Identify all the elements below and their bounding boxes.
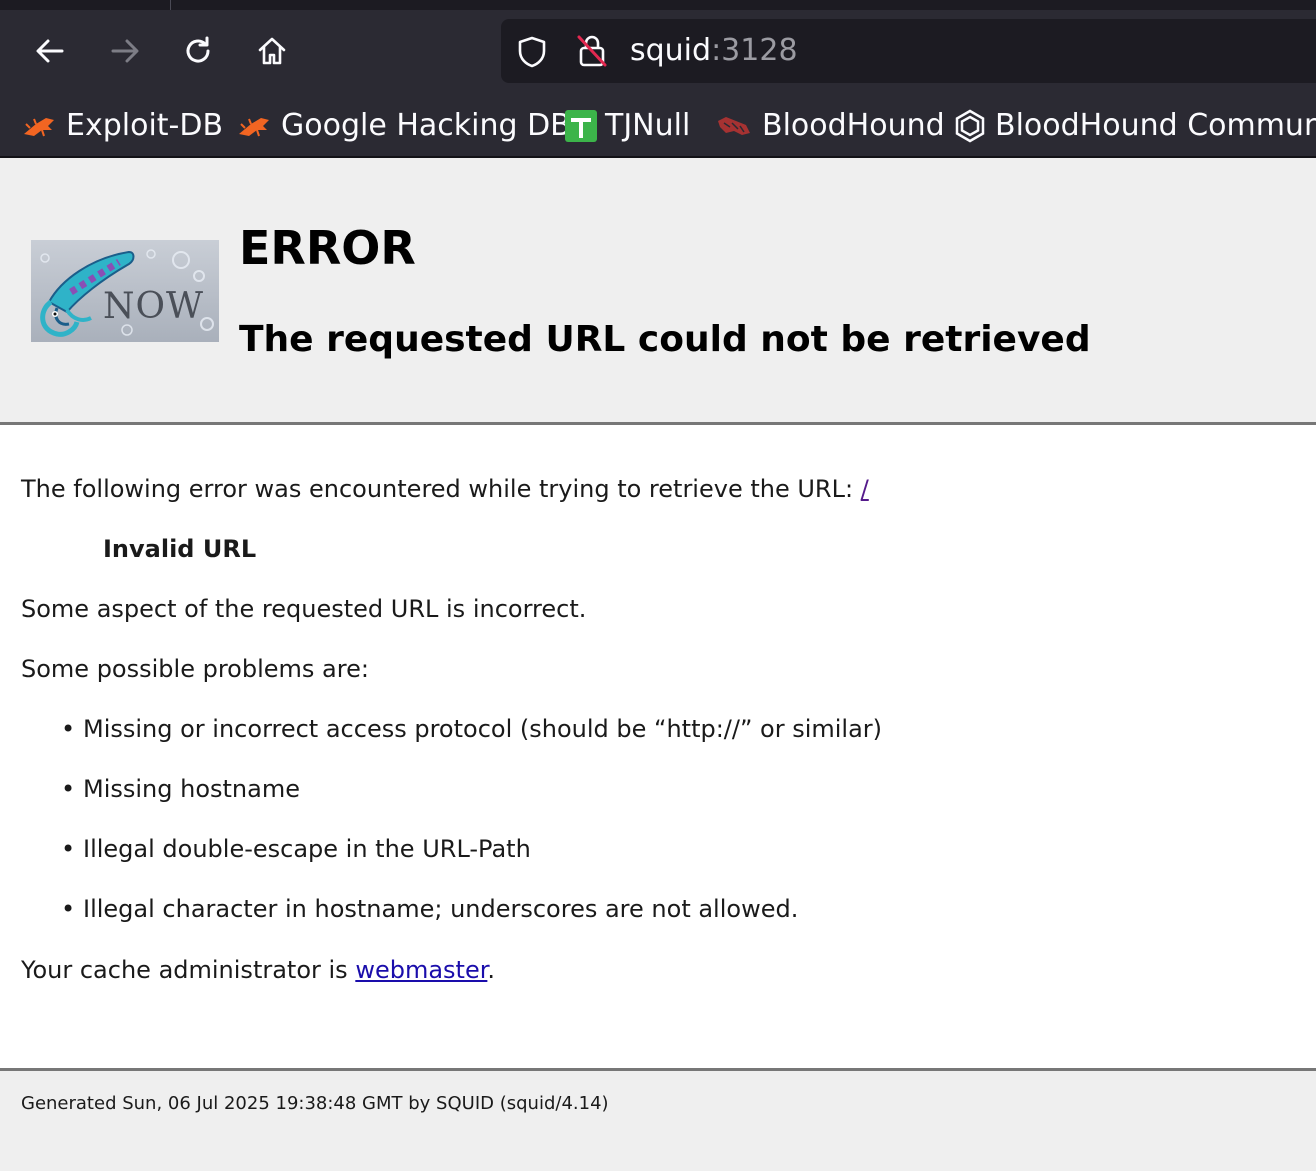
reload-icon[interactable] [178, 31, 218, 71]
requested-url-link[interactable]: / [861, 475, 869, 503]
error-header: NOW ERROR The requested URL could not be… [0, 158, 1316, 425]
problem-text: Missing hostname [83, 775, 300, 803]
error-title: ERROR [239, 221, 416, 275]
bookmark-label: Google Hacking DB [281, 108, 571, 143]
error-description: Some aspect of the requested URL is inco… [21, 595, 587, 623]
bullet-icon: • [61, 775, 76, 803]
admin-prefix: Your cache administrator is [21, 956, 356, 984]
url-text[interactable]: squid:3128 [630, 33, 798, 69]
tjnull-icon [565, 110, 597, 142]
bookmark-google-hacking-db[interactable]: Google Hacking DB [237, 106, 571, 146]
tracking-protection-shield-icon[interactable] [515, 35, 549, 69]
problems-heading: Some possible problems are: [21, 655, 369, 683]
squid-now-logo: NOW [31, 240, 219, 342]
tab-strip [0, 0, 1316, 10]
navigation-toolbar: squid:3128 [0, 10, 1316, 98]
url-host: squid [630, 33, 712, 68]
problem-text: Illegal double-escape in the URL-Path [83, 835, 531, 863]
bookmark-label: BloodHound Commun... [995, 108, 1316, 143]
bloodhound-icon [718, 117, 750, 135]
bookmark-label: Exploit-DB [66, 108, 224, 143]
list-item: • Illegal double-escape in the URL-Path [61, 830, 531, 868]
problem-text: Missing or incorrect access protocol (sh… [83, 715, 883, 743]
bookmark-tjnull[interactable]: TJNull [565, 106, 690, 146]
list-item: • Missing hostname [61, 770, 300, 808]
bookmarks-toolbar: Exploit-DB Google Hacking DB TJNull Bloo… [0, 98, 1316, 158]
error-subtitle: The requested URL could not be retrieved [239, 319, 1091, 360]
address-bar[interactable]: squid:3128 [501, 19, 1316, 83]
url-port: :3128 [711, 33, 798, 68]
list-item: • Illegal character in hostname; undersco… [61, 890, 799, 928]
insecure-lock-icon[interactable] [575, 33, 609, 69]
bookmark-bloodhound[interactable]: BloodHound [716, 106, 945, 146]
generated-by-text: Generated Sun, 06 Jul 2025 19:38:48 GMT … [21, 1093, 609, 1114]
bullet-icon: • [61, 835, 76, 863]
bullet-icon: • [61, 895, 76, 923]
back-arrow-icon[interactable] [30, 31, 70, 71]
forward-arrow-icon[interactable] [105, 31, 145, 71]
tab-separator [170, 0, 171, 10]
problem-text: Illegal character in hostname; underscor… [83, 895, 799, 923]
intro-paragraph: The following error was encountered whil… [21, 470, 869, 508]
admin-paragraph: Your cache administrator is webmaster. [21, 951, 495, 989]
exploit-db-icon [24, 118, 54, 137]
bookmark-exploit-db[interactable]: Exploit-DB [22, 106, 223, 146]
list-item: • Missing or incorrect access protocol (s… [61, 710, 883, 748]
bookmark-bloodhound-community[interactable]: BloodHound Commun... [953, 106, 1316, 146]
hexagon-icon [955, 109, 985, 143]
exploit-db-icon [239, 118, 269, 137]
intro-text: The following error was encountered whil… [21, 475, 861, 503]
error-footer: Generated Sun, 06 Jul 2025 19:38:48 GMT … [0, 1068, 1316, 1171]
svg-text:NOW: NOW [103, 286, 204, 327]
bookmark-label: BloodHound [762, 108, 945, 143]
home-icon[interactable] [252, 31, 292, 71]
error-name: Invalid URL [103, 535, 257, 563]
admin-suffix: . [487, 956, 496, 984]
webmaster-link[interactable]: webmaster [355, 956, 487, 984]
bullet-icon: • [61, 715, 76, 743]
bookmark-label: TJNull [605, 108, 691, 143]
